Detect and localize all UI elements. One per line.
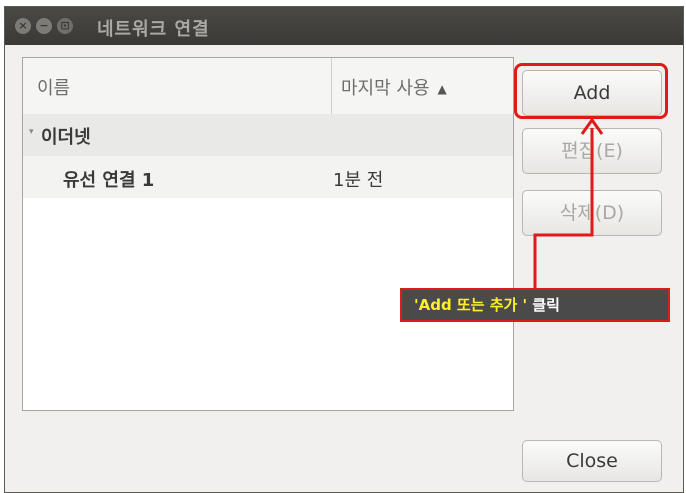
callout-text: 클릭 — [527, 296, 560, 314]
annotation-callout: 'Add 또는 추가 ' 클릭 — [400, 288, 670, 322]
callout-highlight-text: 'Add 또는 추가 ' — [414, 296, 528, 314]
arrow-line — [533, 128, 594, 290]
annotation-arrow — [533, 117, 604, 290]
